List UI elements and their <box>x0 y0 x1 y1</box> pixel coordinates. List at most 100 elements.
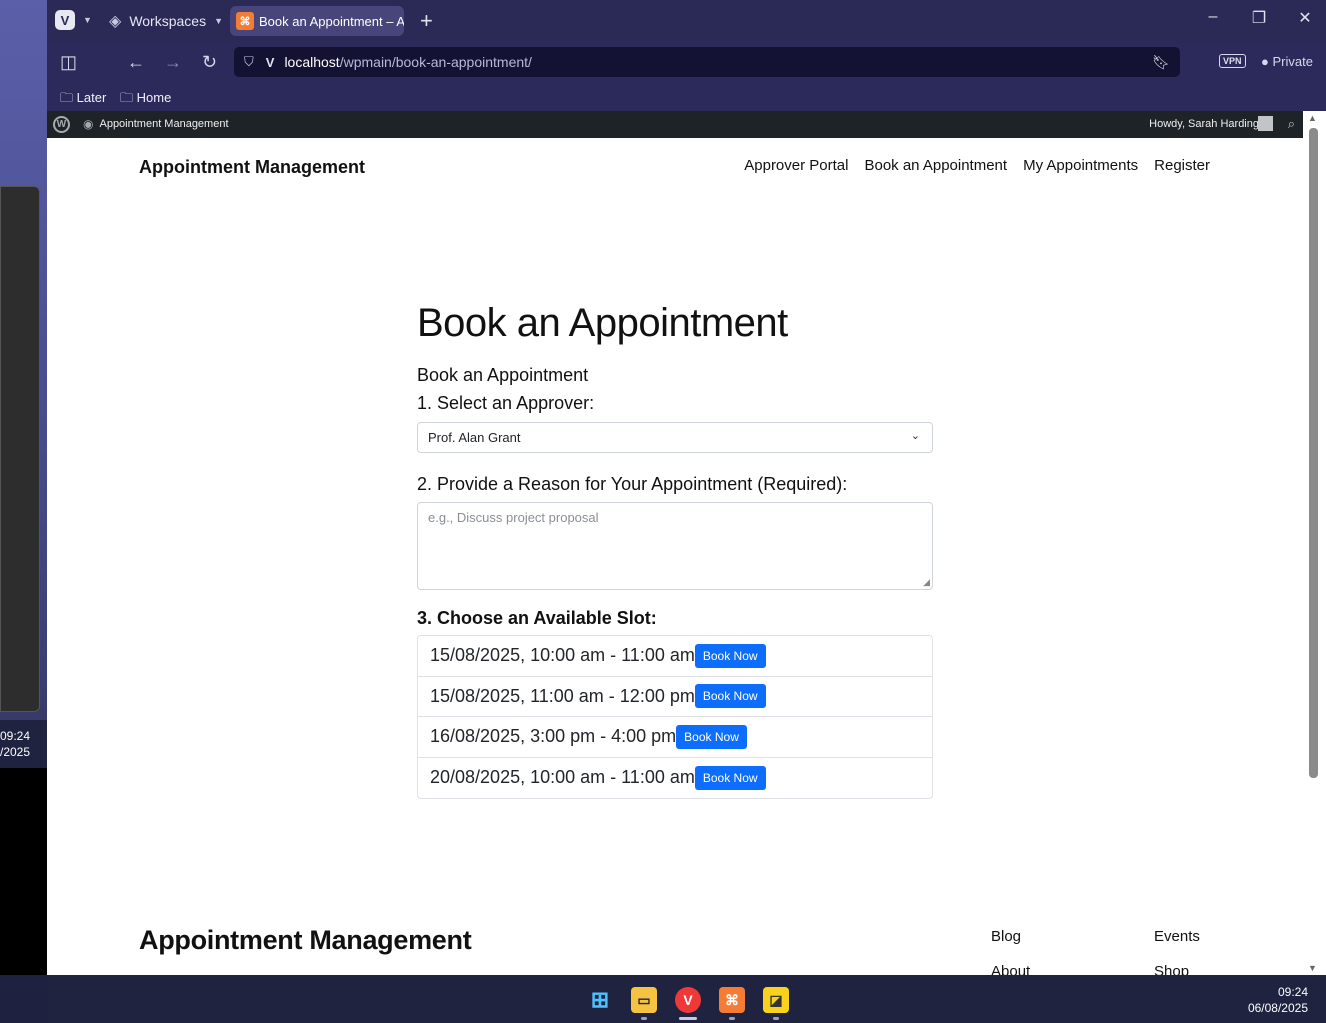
xampp-taskbar-icon[interactable]: ⌘ <box>719 987 745 1013</box>
wp-admin-bar: W ◉ Appointment Management Howdy, Sarah … <box>47 111 1303 138</box>
avatar[interactable] <box>1258 116 1273 131</box>
slot-row: 15/08/2025, 10:00 am - 11:00 am Book Now <box>418 636 932 677</box>
folder-icon: 🗀︎ <box>120 90 134 105</box>
taskbar-clock[interactable]: 09:24 06/08/2025 <box>1248 984 1308 1016</box>
page-viewport: W ◉ Appointment Management Howdy, Sarah … <box>47 111 1326 975</box>
slot-row: 20/08/2025, 10:00 am - 11:00 am Book Now <box>418 758 932 799</box>
active-indicator <box>679 1017 697 1020</box>
running-indicator <box>729 1017 735 1020</box>
scrollbar-thumb[interactable] <box>1309 128 1318 778</box>
main-navigation: Approver Portal Book an Appointment My A… <box>744 157 1210 174</box>
workspaces-label: Workspaces <box>129 13 207 29</box>
minimize-button[interactable]: – <box>1198 8 1228 26</box>
bookmark-home[interactable]: 🗀︎ Home <box>120 89 171 111</box>
reason-textarea[interactable]: e.g., Discuss project proposal ◢ <box>417 502 933 590</box>
tab-title: Book an Appointment – Ap <box>259 13 404 29</box>
approver-select[interactable]: Prof. Alan Grant ⌄ <box>417 422 933 453</box>
approver-label: 1. Select an Approver: <box>417 393 595 413</box>
private-indicator: ● Private <box>1261 54 1313 69</box>
taskbar-date: 06/08/2025 <box>1247 1001 1308 1015</box>
approver-selected-value: Prof. Alan Grant <box>428 430 521 445</box>
dashboard-icon: ◉ <box>83 117 94 131</box>
forward-button[interactable]: → <box>164 52 182 73</box>
chevron-down-icon: ▼ <box>83 15 92 25</box>
footer-site-title[interactable]: Appointment Management <box>139 925 472 956</box>
vivaldi-taskbar-icon[interactable]: V <box>675 987 701 1013</box>
new-tab-button[interactable]: + <box>420 8 433 34</box>
footer-link-events[interactable]: Events <box>1154 928 1200 945</box>
form-heading: Book an Appointment <box>417 365 589 385</box>
nav-register[interactable]: Register <box>1154 157 1210 174</box>
url-host: localhost <box>284 54 340 70</box>
wp-site-link[interactable]: ◉ Appointment Management <box>83 117 229 131</box>
scroll-up-icon[interactable]: ▲ <box>1308 113 1317 123</box>
background-window[interactable] <box>0 186 40 712</box>
tab-bar: V ▼ ◈ Workspaces ▼ ⌘ Book an Appointment… <box>47 0 1326 42</box>
url-input[interactable]: ⛉ V localhost/wpmain/book-an-appointment… <box>234 47 1180 77</box>
slot-time: 20/08/2025, 10:00 am - 11:00 am <box>430 767 695 788</box>
background-clock: 09:24 /2025 <box>0 720 47 768</box>
book-now-button[interactable]: Book Now <box>676 724 747 749</box>
sticky-notes-icon[interactable]: ◪ <box>763 987 789 1013</box>
tab-book-an-appointment[interactable]: ⌘ Book an Appointment – Ap <box>230 6 404 36</box>
close-button[interactable]: ✕ <box>1290 8 1320 28</box>
reason-label: 2. Provide a Reason for Your Appointment… <box>417 474 848 494</box>
taskbar-time: 09:24 <box>1277 985 1308 999</box>
private-label: Private <box>1272 54 1313 69</box>
restore-button[interactable]: ❐ <box>1244 8 1274 28</box>
slot-list: 15/08/2025, 10:00 am - 11:00 am Book Now… <box>417 635 933 799</box>
scroll-down-icon[interactable]: ▼ <box>1308 963 1317 973</box>
page-title: Book an Appointment <box>417 301 788 345</box>
wp-site-name: Appointment Management <box>99 118 229 130</box>
bookmark-label: Home <box>136 90 172 105</box>
footer-link-shop[interactable]: Shop <box>1154 963 1189 975</box>
slot-row: 15/08/2025, 11:00 am - 12:00 pm Book Now <box>418 677 932 717</box>
workspaces-button[interactable]: ◈ Workspaces ▼ <box>109 11 223 31</box>
vivaldi-menu-button[interactable]: V ▼ <box>55 10 92 30</box>
footer-link-blog[interactable]: Blog <box>991 928 1021 945</box>
chevron-down-icon: ⌄ <box>910 430 920 442</box>
nav-book-an-appointment[interactable]: Book an Appointment <box>864 157 1007 174</box>
wp-howdy-user[interactable]: Howdy, Sarah Harding <box>1149 118 1259 130</box>
slot-row: 16/08/2025, 3:00 pm - 4:00 pm Book Now <box>418 717 932 758</box>
shield-icon[interactable]: ⛉ <box>244 54 254 70</box>
book-now-button[interactable]: Book Now <box>694 643 766 668</box>
running-indicator <box>773 1017 779 1020</box>
vpn-button[interactable]: VPN <box>1219 54 1246 68</box>
browser-window: V ▼ ◈ Workspaces ▼ ⌘ Book an Appointment… <box>47 0 1326 975</box>
resize-handle-icon[interactable]: ◢ <box>923 577 930 588</box>
vivaldi-logo-icon: V <box>55 10 75 30</box>
bookmarks-bar: 🗀︎ Later 🗀︎ Home <box>47 82 1326 111</box>
reload-button[interactable]: ↻ <box>202 52 217 73</box>
footer-link-about[interactable]: About <box>991 963 1030 975</box>
address-bar-row: ◫ ← → ↻ ⛉ V localhost/wpmain/book-an-app… <box>47 42 1326 82</box>
background-panel <box>0 768 47 975</box>
site-title[interactable]: Appointment Management <box>139 157 365 178</box>
search-icon[interactable]: ⌕ <box>1288 116 1295 132</box>
slot-time: 15/08/2025, 10:00 am - 11:00 am <box>430 645 695 666</box>
bookmark-icon[interactable]: 🔖︎ <box>1152 54 1170 71</box>
background-clock-time: 09:24 <box>0 729 31 743</box>
slot-label: 3. Choose an Available Slot: <box>417 608 657 628</box>
xampp-favicon-icon: ⌘ <box>236 12 254 30</box>
vertical-scrollbar[interactable]: ▲ ▼ <box>1303 111 1326 975</box>
book-now-button[interactable]: Book Now <box>694 765 766 790</box>
book-now-button[interactable]: Book Now <box>694 684 766 709</box>
site-header: Appointment Management Approver Portal B… <box>47 138 1303 198</box>
taskbar: ⊞ ▭ V ⌘ ◪ 09:24 06/08/2025 <box>47 975 1326 1023</box>
panel-toggle-icon[interactable]: ◫ <box>60 52 77 73</box>
bookmark-later[interactable]: 🗀︎ Later <box>60 89 106 111</box>
nav-my-appointments[interactable]: My Appointments <box>1023 157 1138 174</box>
wordpress-logo-icon[interactable]: W <box>53 116 70 133</box>
ghost-icon: ● <box>1261 54 1269 69</box>
chevron-down-icon: ▼ <box>214 16 224 26</box>
windows-start-icon[interactable]: ⊞ <box>587 987 613 1013</box>
reason-placeholder: e.g., Discuss project proposal <box>428 510 599 525</box>
running-indicator <box>641 1017 647 1020</box>
url-path: /wpmain/book-an-appointment/ <box>339 54 532 70</box>
nav-approver-portal[interactable]: Approver Portal <box>744 157 848 174</box>
back-button[interactable]: ← <box>127 52 145 73</box>
file-explorer-icon[interactable]: ▭ <box>631 987 657 1013</box>
main-content: Book an Appointment Book an Appointment … <box>417 301 933 799</box>
slot-time: 16/08/2025, 3:00 pm - 4:00 pm <box>430 726 677 747</box>
